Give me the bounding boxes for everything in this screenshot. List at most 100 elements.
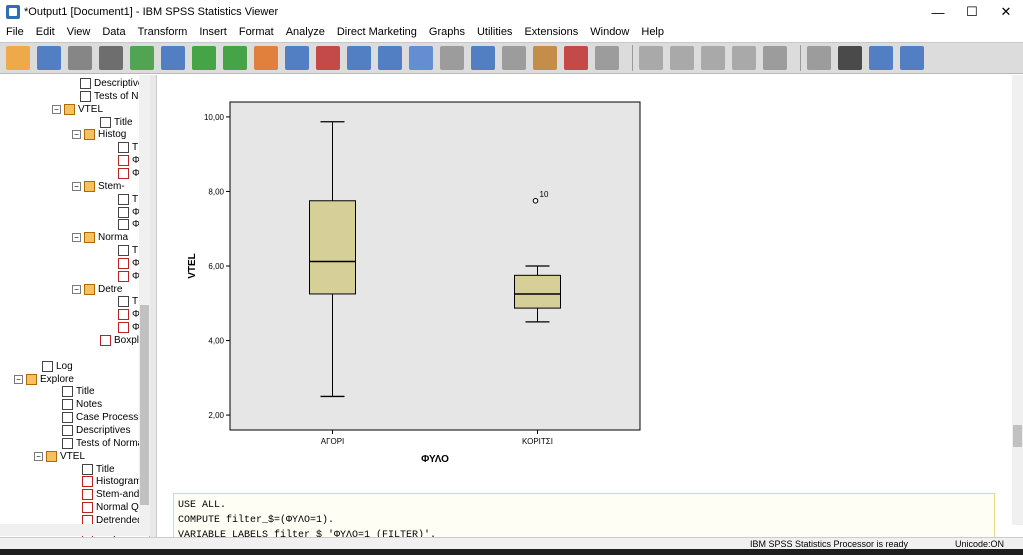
- print-preview-icon[interactable]: [99, 46, 123, 70]
- outline-item[interactable]: T: [118, 295, 138, 308]
- outline-item[interactable]: − VTEL: [34, 450, 85, 463]
- variables-icon[interactable]: [347, 46, 371, 70]
- outline-item-label: Tests of No: [94, 90, 145, 102]
- hide-icon[interactable]: [807, 46, 831, 70]
- insert-heading-icon[interactable]: [502, 46, 526, 70]
- insert-title-icon[interactable]: [533, 46, 557, 70]
- menu-transform[interactable]: Transform: [132, 26, 194, 38]
- menu-window[interactable]: Window: [584, 26, 635, 38]
- outline-horizontal-scrollbar[interactable]: [0, 524, 150, 536]
- show-icon[interactable]: [763, 46, 787, 70]
- outline-item[interactable]: Case Processi: [62, 411, 140, 424]
- menu-data[interactable]: Data: [96, 26, 131, 38]
- outline-item[interactable]: Stem-and-: [82, 488, 143, 501]
- menu-edit[interactable]: Edit: [30, 26, 61, 38]
- outline-item[interactable]: Boxplo: [100, 334, 145, 347]
- outline-item[interactable]: Descriptive: [80, 77, 143, 90]
- outline-item[interactable]: T: [118, 244, 138, 257]
- export-icon[interactable]: [130, 46, 154, 70]
- outline-item[interactable]: Title: [82, 463, 115, 476]
- collapse-toggle-icon[interactable]: −: [72, 233, 81, 243]
- collapse-toggle-icon[interactable]: −: [14, 374, 23, 384]
- outline-item[interactable]: Φ: [118, 308, 140, 321]
- outline-scroll-thumb[interactable]: [140, 305, 149, 505]
- menu-help[interactable]: Help: [635, 26, 670, 38]
- close-button[interactable]: ✕: [989, 0, 1023, 24]
- menu-utilities[interactable]: Utilities: [471, 26, 518, 38]
- menu-extensions[interactable]: Extensions: [518, 26, 584, 38]
- outline-item[interactable]: Φ: [118, 154, 140, 167]
- outline-item[interactable]: Φ: [118, 257, 140, 270]
- goto-data-icon[interactable]: [254, 46, 278, 70]
- outline-item[interactable]: Title: [62, 385, 95, 398]
- outline-item[interactable]: Tests of No: [80, 90, 144, 103]
- outline-item[interactable]: Φ: [118, 321, 140, 334]
- outline-item[interactable]: Title: [100, 116, 133, 129]
- insert-new-heading-icon[interactable]: [869, 46, 893, 70]
- outline-item[interactable]: − VTEL: [52, 103, 103, 116]
- outline-item[interactable]: Φ: [118, 270, 140, 283]
- menu-graphs[interactable]: Graphs: [423, 26, 471, 38]
- table-icon: [62, 386, 73, 398]
- outline-item[interactable]: Normal Q-: [82, 501, 142, 514]
- outline-item[interactable]: Φ: [118, 218, 140, 231]
- collapse-toggle-icon[interactable]: −: [72, 181, 81, 191]
- content-scroll-thumb[interactable]: [1013, 425, 1022, 447]
- insert-text-icon[interactable]: [564, 46, 588, 70]
- outline-item[interactable]: Descriptives: [62, 424, 130, 437]
- goto-variable-icon[interactable]: [316, 46, 340, 70]
- outline-item[interactable]: Notes: [62, 398, 102, 411]
- outline-item[interactable]: − Stem-: [72, 180, 125, 193]
- outline-item[interactable]: Histogram: [82, 475, 142, 488]
- outline-item-label: Case Processi: [76, 412, 141, 424]
- outline-item[interactable]: Tests of Norma: [62, 437, 143, 450]
- outline-vertical-scrollbar[interactable]: [139, 75, 150, 525]
- goto-case-icon[interactable]: [285, 46, 309, 70]
- minimize-button[interactable]: —: [921, 0, 955, 24]
- redo-icon[interactable]: [223, 46, 247, 70]
- collapse-toggle-icon[interactable]: −: [72, 130, 81, 140]
- insert-table-icon[interactable]: [900, 46, 924, 70]
- y-tick-label: 8,00: [208, 187, 224, 196]
- forward-icon[interactable]: [670, 46, 694, 70]
- menu-analyze[interactable]: Analyze: [280, 26, 331, 38]
- menu-format[interactable]: Format: [233, 26, 280, 38]
- output-content-pane[interactable]: 2,00 4,00 6,00 8,00 10,00 ΑΓΟΡΙ 10 ΚΟΡΙΤΣΙ ΦΥΛΟ V…: [157, 75, 1012, 537]
- use-sets-icon[interactable]: [440, 46, 464, 70]
- designate-window-icon[interactable]: [595, 46, 619, 70]
- collapse-toggle-icon[interactable]: −: [52, 104, 61, 114]
- outline-item-label: VTEL: [78, 103, 104, 115]
- collapse-toggle-icon[interactable]: −: [34, 451, 43, 461]
- menu-view[interactable]: View: [61, 26, 97, 38]
- content-vertical-scrollbar[interactable]: [1012, 75, 1023, 525]
- select-cases-icon[interactable]: [378, 46, 402, 70]
- outline-item[interactable]: T: [118, 141, 138, 154]
- outline-pane[interactable]: Descriptive Tests of No − VTEL Title − Histog T…: [0, 75, 150, 537]
- recall-dialog-icon[interactable]: [161, 46, 185, 70]
- outline-item[interactable]: − Norma: [72, 231, 128, 244]
- value-labels-icon[interactable]: [409, 46, 433, 70]
- back-icon[interactable]: [639, 46, 663, 70]
- collapse-icon[interactable]: [732, 46, 756, 70]
- undo-icon[interactable]: [192, 46, 216, 70]
- outline-item[interactable]: − Detre: [72, 283, 122, 296]
- collapse-toggle-icon[interactable]: −: [72, 284, 81, 294]
- outline-item[interactable]: Φ: [118, 206, 140, 219]
- menu-direct-marketing[interactable]: Direct Marketing: [331, 26, 423, 38]
- insert-page-break-icon[interactable]: [838, 46, 862, 70]
- print-icon[interactable]: [68, 46, 92, 70]
- menu-file[interactable]: File: [0, 26, 30, 38]
- save-icon[interactable]: [37, 46, 61, 70]
- menu-insert[interactable]: Insert: [193, 26, 233, 38]
- expand-icon[interactable]: [701, 46, 725, 70]
- pane-splitter[interactable]: [150, 75, 157, 537]
- maximize-button[interactable]: ☐: [955, 0, 989, 24]
- outline-item-label: Descriptive: [94, 78, 144, 89]
- outline-item[interactable]: T: [118, 193, 138, 206]
- outline-item[interactable]: − Explore: [14, 373, 74, 386]
- outline-item[interactable]: Φ: [118, 167, 140, 180]
- insert-output-icon[interactable]: [471, 46, 495, 70]
- open-icon[interactable]: [6, 46, 30, 70]
- outline-item[interactable]: Log: [42, 360, 73, 373]
- outline-item[interactable]: − Histog: [72, 128, 126, 141]
